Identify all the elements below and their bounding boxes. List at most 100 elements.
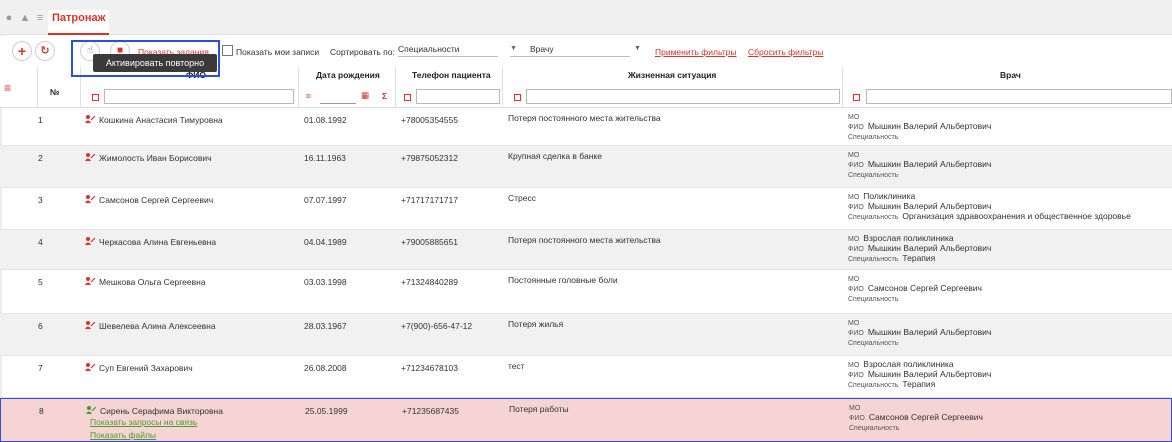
table-row[interactable]: 1 Кошкина Анастасия Тимуровна 01.08.1992 +7… [0, 108, 1172, 146]
row-number: 1 [38, 115, 43, 125]
doctor-fio-key: ФИО [848, 286, 864, 293]
calendar-icon[interactable]: ▦ [361, 90, 369, 101]
situation-filter-input[interactable] [526, 89, 840, 104]
col-header-doctor[interactable]: Врач [1000, 70, 1021, 80]
patient-icon[interactable] [85, 237, 96, 245]
row-number: 7 [38, 363, 43, 373]
patient-icon[interactable] [86, 406, 97, 414]
doctor-mo-key: МО [848, 320, 860, 327]
show-my-records-checkbox[interactable] [222, 45, 233, 56]
patient-phone: +71324840289 [401, 277, 458, 287]
filter-icon[interactable] [404, 94, 411, 101]
patient-icon[interactable] [85, 153, 96, 161]
patient-phone: +79005885651 [401, 237, 458, 247]
patient-name: Черкасова Алина Евгеньевна [99, 237, 217, 247]
table-row[interactable]: 4 Черкасова Алина Евгеньевна 04.04.1989 +79… [0, 230, 1172, 270]
user-icon[interactable]: ● [3, 12, 15, 24]
row-number: 5 [38, 277, 43, 287]
doctor-info: МО ФИО Мышкин Валерий Альбертович Специальн… [848, 112, 991, 142]
doctor-fio-value: Мышкин Валерий Альбертович [867, 201, 992, 211]
row-number: 3 [38, 195, 43, 205]
table-row[interactable]: 7 Суп Евгений Захарович 26.08.2008 +7123467… [0, 356, 1172, 398]
col-header-phone[interactable]: Телефон пациента [412, 70, 491, 80]
hamburger-icon[interactable]: ≡ [34, 12, 46, 24]
row-number: 4 [38, 237, 43, 247]
patient-dob: 04.04.1989 [304, 237, 347, 247]
table-row[interactable]: 3 Самсонов Сергей Сергеевич 07.07.1997 +717… [0, 188, 1172, 230]
patient-dob: 26.08.2008 [304, 363, 347, 373]
doctor-spec-key: Специальность [848, 256, 899, 263]
dob-filter-input[interactable] [320, 89, 356, 104]
doctor-mo-key: МО [848, 236, 860, 243]
row-number: 2 [38, 153, 43, 163]
table-row[interactable]: 2 Жимолость Иван Борисович 16.11.1963 +7987… [0, 146, 1172, 188]
doctor-select[interactable]: ▼ Врачу [510, 43, 630, 57]
sort-by-value: Специальности [398, 44, 460, 54]
doctor-fio-key: ФИО [848, 204, 864, 211]
doctor-fio-value: Самсонов Сергей Сергеевич [867, 283, 982, 293]
doctor-fio-key: ФИО [848, 124, 864, 131]
patient-dob: 25.05.1999 [305, 406, 348, 416]
patient-icon[interactable] [85, 363, 96, 371]
bell-icon[interactable]: ▲ [19, 12, 31, 24]
patient-name: Мешкова Ольга Сергеевна [99, 277, 206, 287]
tab-title-label: Патронаж [52, 12, 106, 24]
refresh-button[interactable]: ↻ [35, 41, 55, 61]
doctor-select-value: Врачу [530, 44, 554, 54]
doctor-info: МО ФИО Самсонов Сергей Сергеевич Специально… [848, 274, 982, 304]
patient-icon[interactable] [85, 321, 96, 329]
doctor-mo-key: МО [848, 114, 860, 121]
doctor-info: МО ФИО Мышкин Валерий Альбертович Специальн… [848, 318, 991, 348]
show-my-records-label: Показать мои записи [236, 47, 320, 57]
life-situation: Потеря работы [509, 404, 569, 414]
sigma-icon[interactable]: Σ [382, 91, 387, 101]
chevron-down-icon[interactable]: ▼ [634, 45, 641, 52]
plus-icon: + [17, 43, 27, 59]
patient-icon[interactable] [85, 115, 96, 123]
table-row[interactable]: 6 Шевелева Алина Алексеевна 28.03.1967 +7(9… [0, 314, 1172, 356]
doctor-spec-key: Специальность [848, 214, 899, 221]
add-button[interactable]: + [12, 41, 32, 61]
col-header-num[interactable]: № [50, 87, 59, 97]
doctor-info: МО Взрослая поликлиника ФИО Мышкин Валерий … [848, 234, 991, 264]
row-number: 8 [39, 406, 44, 416]
doctor-fio-value: Мышкин Валерий Альбертович [867, 327, 992, 337]
patient-dob: 01.08.1992 [304, 115, 347, 125]
reset-filters-link[interactable]: Сбросить фильтры [748, 47, 823, 57]
doctor-filter-input[interactable] [866, 89, 1172, 104]
doctor-info: МО ФИО Самсонов Сергей Сергеевич Специально… [849, 403, 983, 433]
patient-phone: +79875052312 [401, 153, 458, 163]
filter-icon[interactable] [514, 94, 521, 101]
fio-filter-input[interactable] [104, 89, 294, 104]
patient-name: Сирень Серафима Викторовна [100, 406, 223, 416]
patient-icon[interactable] [85, 195, 96, 203]
doctor-mo-key: МО [848, 152, 860, 159]
doctor-spec-key: Специальность [848, 134, 899, 141]
doctor-mo-value: Взрослая поликлиника [863, 359, 954, 369]
patient-phone: +71234678103 [401, 363, 458, 373]
show-files-link[interactable]: Показать файлы [90, 430, 156, 440]
patient-name: Суп Евгений Захарович [99, 363, 193, 373]
columns-menu-icon[interactable]: ≡ [4, 81, 11, 95]
phone-filter-input[interactable] [416, 89, 500, 104]
doctor-info: МО Поликлиника ФИО Мышкин Валерий Альбертов… [848, 192, 1131, 222]
doctor-info: МО Взрослая поликлиника ФИО Мышкин Валерий … [848, 360, 991, 390]
tab-patronage[interactable]: Патронаж [48, 10, 110, 35]
table-row[interactable]: 8 Сирень Серафима Викторовна 25.05.1999 +71… [0, 398, 1172, 442]
life-situation: Потеря жилья [508, 319, 564, 329]
refresh-icon: ↻ [40, 45, 50, 57]
sort-by-select[interactable]: Специальности [398, 43, 498, 57]
doctor-spec-value: Терапия [902, 253, 936, 263]
table-row[interactable]: 5 Мешкова Ольга Сергеевна 03.03.1998 +71324… [0, 270, 1172, 314]
doctor-info: МО ФИО Мышкин Валерий Альбертович Специальн… [848, 150, 991, 180]
col-header-dob[interactable]: Дата рождения [316, 70, 380, 80]
filter-icon[interactable] [853, 94, 860, 101]
filter-icon[interactable] [92, 94, 99, 101]
dob-filter-op[interactable]: = [306, 91, 311, 101]
apply-filters-link[interactable]: Применить фильтры [655, 47, 736, 57]
show-requests-link[interactable]: Показать запросы на связь [90, 417, 197, 427]
doctor-mo-key: МО [849, 405, 861, 412]
patient-icon[interactable] [85, 277, 96, 285]
col-header-situation[interactable]: Жизненная ситуация [628, 70, 716, 80]
doctor-spec-value: Организация здравоохранения и общественн… [902, 211, 1131, 221]
